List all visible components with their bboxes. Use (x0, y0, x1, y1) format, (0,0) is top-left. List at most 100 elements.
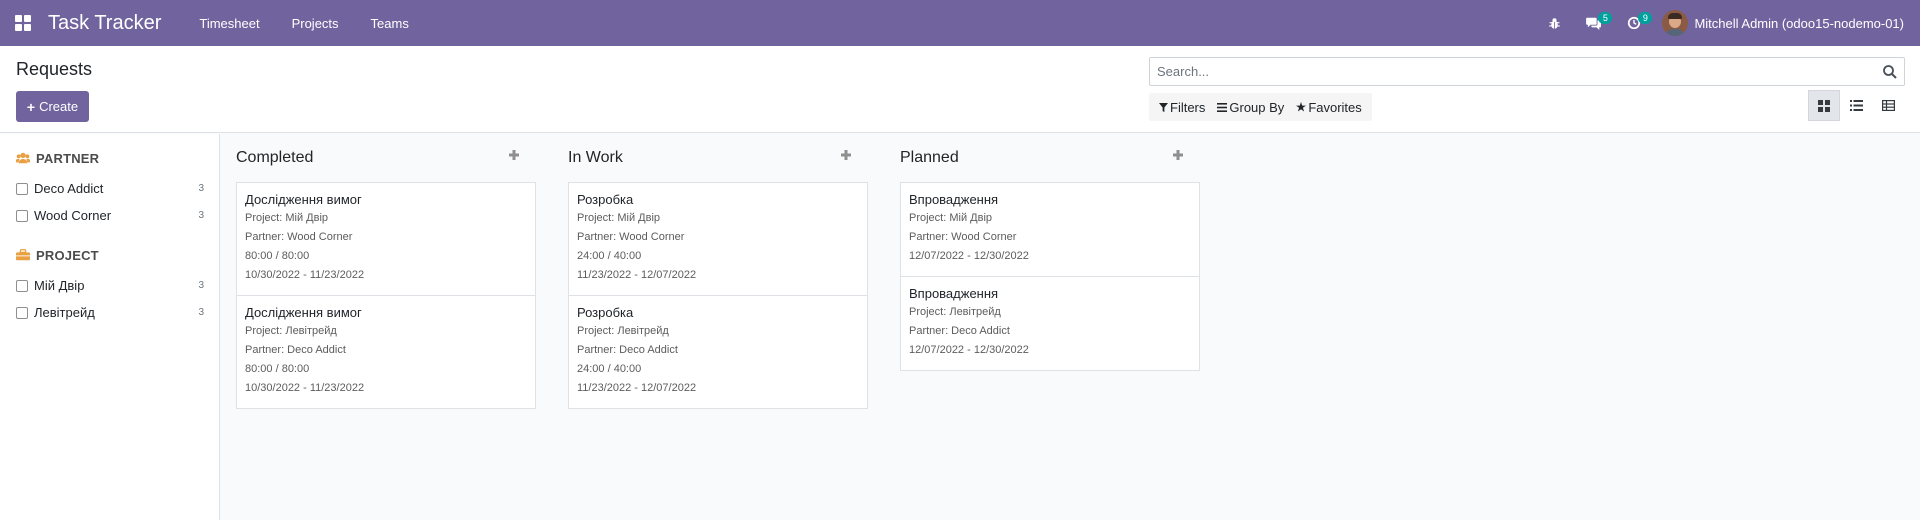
list-icon (1849, 100, 1863, 111)
view-switcher (1808, 90, 1904, 121)
page-title: Requests (16, 59, 93, 79)
messages-icon[interactable]: 5 (1574, 0, 1614, 46)
card-dates: 11/23/2022 - 12/07/2022 (577, 269, 697, 281)
card-project: Project: Левітрейд (245, 325, 337, 337)
card-title: Дослідження вимог (245, 305, 362, 320)
card-hours: 80:00 / 80:00 (245, 250, 310, 262)
menu-teams[interactable]: Teams (355, 0, 425, 46)
quick-create-plus-icon[interactable] (1171, 148, 1185, 162)
column-title[interactable]: Planned (900, 149, 959, 167)
card-project: Project: Мій Двір (245, 212, 329, 224)
column-title[interactable]: In Work (568, 149, 623, 167)
users-icon (16, 152, 30, 164)
card-partner: Partner: Deco Addict (909, 325, 1010, 337)
filter-item-miy-dvir[interactable]: Мій Двір 3 (16, 272, 219, 299)
top-navbar: Task Tracker Timesheet Projects Teams 5 (0, 0, 1920, 46)
create-button-label: Create (39, 99, 79, 114)
app-brand[interactable]: Task Tracker (48, 12, 161, 35)
filter-side-panel: PARTNER Deco Addict 3 Wood Corner 3 PROJ… (0, 134, 220, 520)
card-hours: 24:00 / 40:00 (577, 250, 642, 262)
quick-create-plus-icon[interactable] (839, 148, 853, 162)
user-name: Mitchell Admin (odoo15-nodemo-01) (1694, 15, 1904, 31)
search-icon[interactable] (1882, 64, 1898, 80)
filter-item-count: 3 (198, 183, 204, 194)
partner-section: PARTNER Deco Addict 3 Wood Corner 3 (0, 149, 219, 229)
groupby-button[interactable]: Group By (1211, 93, 1290, 121)
filter-item-label: Мій Двір (34, 278, 85, 293)
apps-grid-icon (15, 15, 31, 31)
favorites-button[interactable]: Favorites (1290, 93, 1367, 121)
filter-item-wood-corner[interactable]: Wood Corner 3 (16, 202, 219, 229)
card-hours: 80:00 / 80:00 (245, 363, 310, 375)
card-partner: Partner: Wood Corner (245, 231, 353, 243)
control-panel: Requests + Create Filters Group By Favor… (0, 46, 1920, 133)
partner-heading: PARTNER (36, 150, 100, 166)
filter-item-label: Левітрейд (34, 305, 95, 320)
kanban-card[interactable]: Впровадження Project: Левітрейд Partner:… (900, 276, 1200, 371)
card-dates: 10/30/2022 - 11/23/2022 (245, 382, 365, 394)
kanban-card[interactable]: Впровадження Project: Мій Двір Partner: … (900, 182, 1200, 277)
kanban-card[interactable]: Розробка Project: Мій Двір Partner: Wood… (568, 182, 868, 296)
filter-item-levitreid[interactable]: Левітрейд 3 (16, 299, 219, 326)
kanban-grid-icon (1818, 99, 1830, 112)
kanban-column-planned: Planned Впровадження Project: Мій Двір P… (885, 134, 1200, 371)
checkbox[interactable] (16, 182, 28, 195)
card-project: Project: Левітрейд (577, 325, 669, 337)
filter-item-count: 3 (198, 280, 204, 291)
card-dates: 11/23/2022 - 12/07/2022 (577, 382, 697, 394)
kanban-card[interactable]: Розробка Project: Левітрейд Partner: Dec… (568, 295, 868, 409)
search-bar (1149, 57, 1905, 86)
kanban-view-button[interactable] (1808, 90, 1840, 121)
card-title: Розробка (577, 192, 634, 207)
menu-timesheet[interactable]: Timesheet (183, 0, 275, 46)
filter-item-count: 3 (198, 210, 204, 221)
filter-item-label: Wood Corner (34, 208, 112, 223)
activities-clock-icon[interactable]: 9 (1614, 0, 1654, 46)
checkbox[interactable] (16, 306, 28, 319)
card-dates: 10/30/2022 - 11/23/2022 (245, 269, 365, 281)
table-icon (1881, 100, 1895, 111)
menu-projects[interactable]: Projects (276, 0, 355, 46)
apps-menu-button[interactable] (0, 0, 46, 46)
search-input[interactable] (1150, 58, 1870, 85)
kanban-card[interactable]: Дослідження вимог Project: Левітрейд Par… (236, 295, 536, 409)
avatar (1662, 10, 1689, 36)
kanban-card[interactable]: Дослідження вимог Project: Мій Двір Part… (236, 182, 536, 296)
card-partner: Partner: Wood Corner (909, 231, 1017, 243)
list-view-button[interactable] (1840, 90, 1872, 121)
card-project: Project: Мій Двір (909, 212, 993, 224)
grid-view-button[interactable] (1872, 90, 1904, 121)
briefcase-icon (16, 249, 30, 261)
checkbox[interactable] (16, 279, 28, 292)
star-icon (1296, 102, 1307, 112)
filters-button[interactable]: Filters (1153, 93, 1211, 121)
quick-create-plus-icon[interactable] (507, 148, 521, 162)
kanban-column-in-work: In Work Розробка Project: Мій Двір Partn… (553, 134, 868, 409)
messages-count-badge: 5 (1598, 12, 1613, 24)
card-project: Project: Мій Двір (577, 212, 661, 224)
plus-icon: + (26, 98, 36, 115)
card-title: Впровадження (909, 192, 999, 207)
user-menu[interactable]: Mitchell Admin (odoo15-nodemo-01) (1654, 0, 1920, 46)
filter-item-count: 3 (198, 307, 204, 318)
filters-label: Filters (1170, 99, 1206, 115)
card-project: Project: Левітрейд (909, 306, 1001, 318)
kanban-board: Completed Дослідження вимог Project: Мій… (221, 134, 1920, 520)
debug-bug-icon[interactable] (1534, 0, 1574, 46)
activities-count-badge: 9 (1638, 12, 1653, 24)
card-title: Розробка (577, 305, 634, 320)
project-heading: PROJECT (36, 247, 99, 263)
search-options-bar: Filters Group By Favorites (1149, 93, 1372, 121)
filter-item-deco-addict[interactable]: Deco Addict 3 (16, 175, 219, 202)
column-title[interactable]: Completed (236, 149, 313, 167)
card-partner: Partner: Wood Corner (577, 231, 685, 243)
card-hours: 24:00 / 40:00 (577, 363, 642, 375)
bars-icon (1217, 102, 1228, 112)
card-dates: 12/07/2022 - 12/30/2022 (909, 344, 1029, 356)
create-button[interactable]: + Create (16, 91, 89, 122)
checkbox[interactable] (16, 209, 28, 222)
card-title: Дослідження вимог (245, 192, 362, 207)
groupby-label: Group By (1229, 99, 1285, 115)
filter-icon (1159, 102, 1168, 112)
favorites-label: Favorites (1308, 99, 1362, 115)
